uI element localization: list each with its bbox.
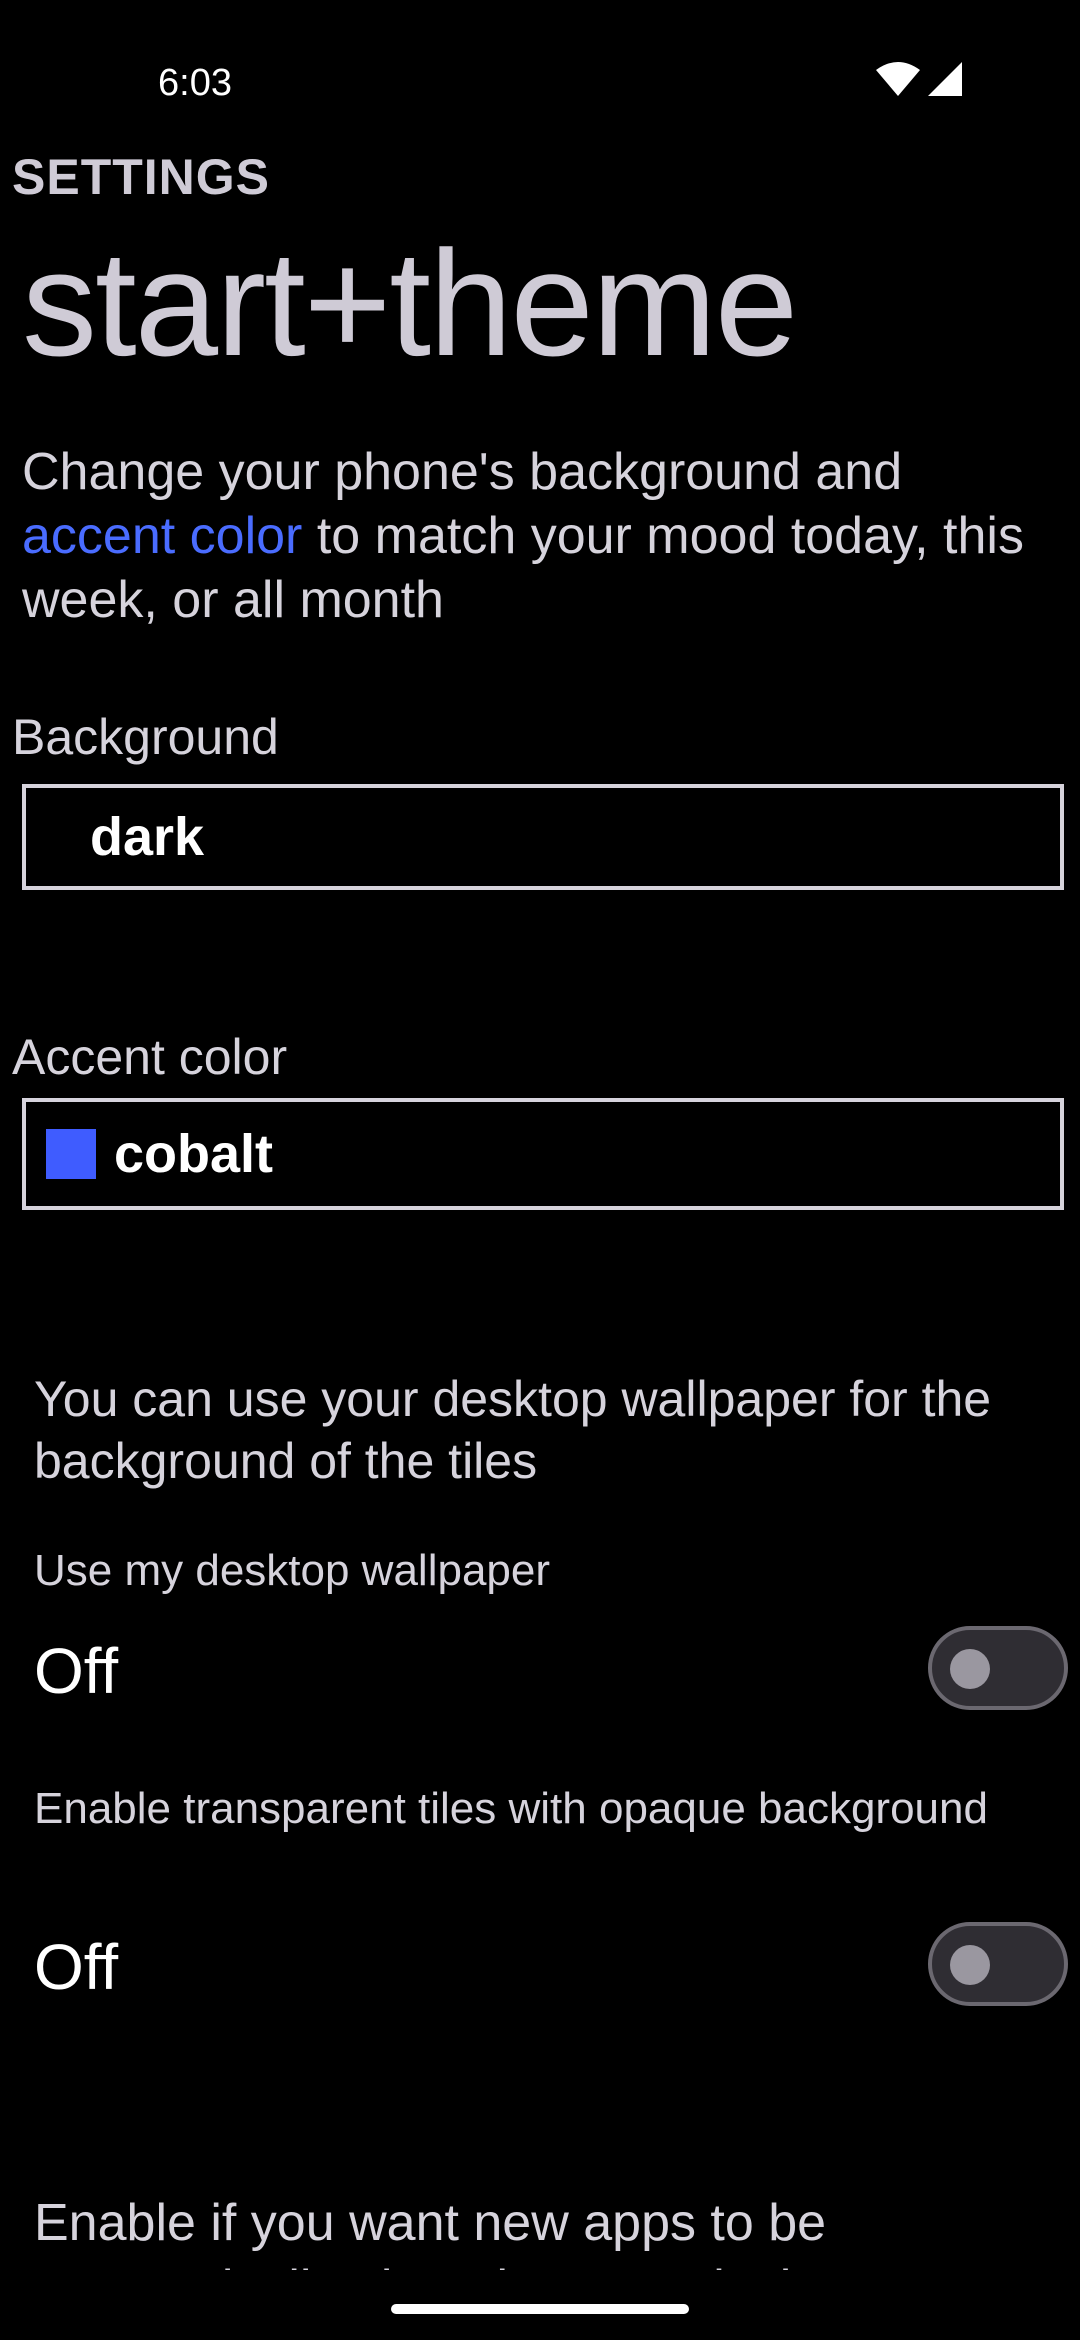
accent-color-select[interactable]: cobalt bbox=[22, 1098, 1064, 1210]
wifi-icon bbox=[876, 62, 920, 96]
wallpaper-info-text: You can use your desktop wallpaper for t… bbox=[34, 1371, 992, 1489]
status-time: 6:03 bbox=[158, 62, 232, 104]
accent-color-link[interactable]: accent color bbox=[22, 507, 302, 565]
cellular-signal-icon bbox=[928, 62, 962, 96]
wallpaper-toggle-label: Use my desktop wallpaper bbox=[34, 1546, 551, 1595]
background-select[interactable]: dark bbox=[22, 784, 1064, 890]
auto-pin-info-text: Enable if you want new apps to be automa… bbox=[34, 2194, 878, 2270]
wallpaper-toggle[interactable] bbox=[928, 1626, 1068, 1710]
accent-color-label: Accent color bbox=[12, 1029, 288, 1085]
settings-header: SETTINGS bbox=[12, 149, 271, 205]
home-indicator[interactable] bbox=[391, 2304, 689, 2314]
accent-color-value: cobalt bbox=[114, 1124, 274, 1184]
wallpaper-toggle-state: Off bbox=[34, 1635, 119, 1707]
transparent-tiles-toggle-state: Off bbox=[34, 1931, 119, 2003]
transparent-tiles-toggle-label: Enable transparent tiles with opaque bac… bbox=[34, 1784, 988, 1833]
page-title: start+theme bbox=[22, 219, 798, 387]
description: Change your phone's background and accen… bbox=[22, 440, 1042, 632]
transparent-tiles-toggle[interactable] bbox=[928, 1922, 1068, 2006]
status-icons bbox=[876, 62, 962, 96]
background-label: Background bbox=[12, 709, 279, 765]
color-swatch bbox=[46, 1129, 96, 1179]
status-bar: 6:03 bbox=[0, 0, 1080, 130]
background-value: dark bbox=[90, 807, 205, 867]
toggle-knob bbox=[950, 1649, 990, 1689]
toggle-knob bbox=[950, 1945, 990, 1985]
description-text-1: Change your phone's background and bbox=[22, 443, 903, 501]
